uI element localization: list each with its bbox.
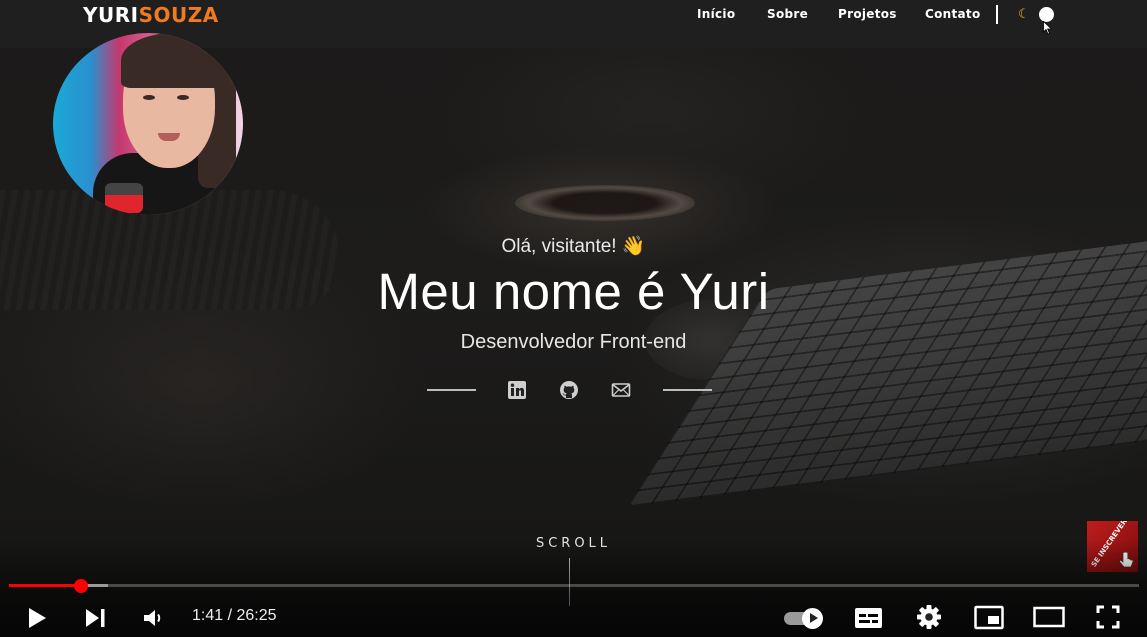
webcam-overlay	[53, 33, 243, 215]
moon-icon: ☾	[1018, 6, 1030, 21]
webcam-hair-top	[121, 33, 227, 88]
mail-icon[interactable]	[611, 380, 631, 400]
hero-greeting: Olá, visitante! 👋	[501, 236, 646, 257]
video-frame[interactable]: YURISOUZA Início Sobre Projetos Contato …	[0, 0, 1147, 637]
hero-title: Meu nome é Yuri	[377, 263, 770, 320]
play-icon[interactable]	[25, 606, 49, 630]
logo-first: YURI	[83, 3, 139, 27]
site-logo[interactable]: YURISOUZA	[83, 3, 219, 27]
linkedin-icon[interactable]	[507, 380, 527, 400]
theater-mode-icon[interactable]	[1033, 606, 1065, 628]
logo-second: SOUZA	[138, 3, 219, 27]
settings-gear-icon[interactable]	[916, 604, 942, 630]
autoplay-play-icon	[802, 608, 823, 629]
mouse-cursor-icon	[1043, 21, 1053, 35]
nav-sobre[interactable]: Sobre	[767, 7, 808, 21]
hero-subtitle: Desenvolvedor Front-end	[460, 331, 687, 353]
webcam-eye-left	[143, 95, 155, 100]
progress-bar[interactable]	[9, 584, 1139, 587]
social-divider-right	[663, 389, 712, 391]
webcam-eye-right	[177, 95, 189, 100]
subtitles-icon[interactable]	[854, 605, 883, 631]
volume-icon[interactable]	[141, 606, 165, 630]
autoplay-toggle[interactable]	[784, 608, 827, 629]
nav-divider	[996, 5, 998, 24]
nav-contato[interactable]: Contato	[925, 7, 981, 21]
fullscreen-icon[interactable]	[1096, 605, 1120, 629]
webcam-microphone	[105, 183, 143, 213]
progress-played	[9, 584, 82, 587]
time-display: 1:41 / 26:25	[192, 607, 277, 624]
nav-projetos[interactable]: Projetos	[838, 7, 897, 21]
github-icon[interactable]	[559, 380, 579, 400]
social-divider-left	[427, 389, 476, 391]
nav-inicio[interactable]: Início	[697, 7, 735, 21]
toggle-knob	[1039, 7, 1054, 22]
background-coffee-cup	[515, 185, 695, 221]
miniplayer-icon[interactable]	[974, 605, 1004, 630]
next-video-icon[interactable]	[84, 606, 108, 630]
